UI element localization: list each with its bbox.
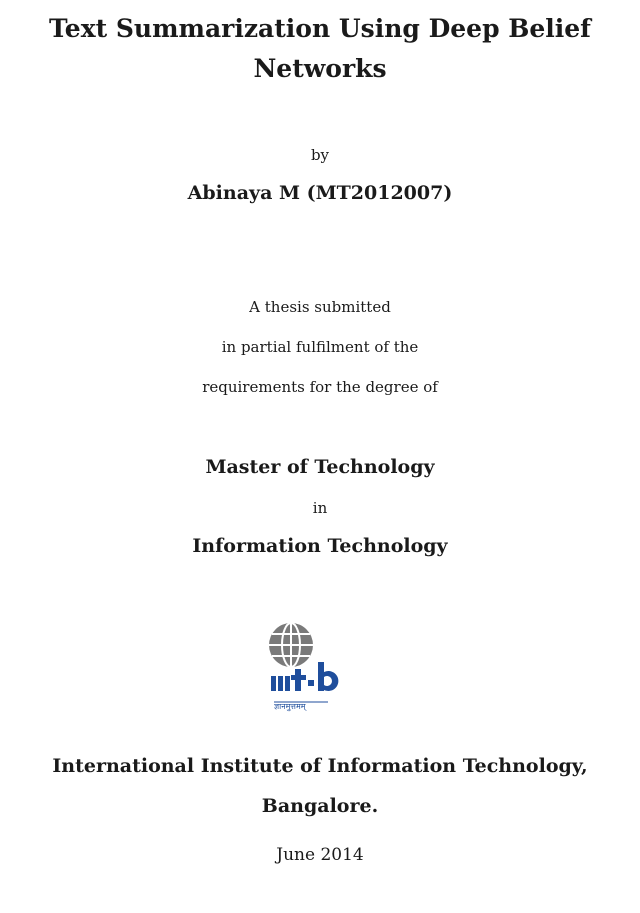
degree-name: Master of Technology [205,456,435,478]
thesis-title-line-1: Text Summarization Using Deep Belief [49,14,591,43]
thesis-statement-line-2: in partial fulfilment of the [221,338,419,356]
submission-date: June 2014 [276,845,364,865]
thesis-statement-line-3: requirements for the degree of [202,378,438,396]
globe-icon [269,622,313,668]
iiitb-wordmark [271,662,339,691]
field-of-study: Information Technology [192,535,448,557]
institution-name-line-2: Bangalore. [261,795,379,817]
author-name: Abinaya M (MT2012007) [187,182,453,204]
thesis-statement-line-1: A thesis submitted [249,298,391,316]
in-label: in [312,499,328,517]
iiitb-logo: ज्ञानमुत्तमम् [266,622,376,714]
institution-name-line-1: International Institute of Information T… [52,755,588,777]
motto-text: ज्ञानमुत्तमम् [274,701,328,712]
svg-text:ज्ञानमुत्तमम्: ज्ञानमुत्तमम् [274,702,308,712]
thesis-title-page: Text Summarization Using Deep Belief Net… [0,0,640,913]
thesis-title-line-2: Networks [253,54,387,83]
iiit-b-globe-logo-icon: ज्ञानमुत्तमम् [269,622,339,712]
by-label: by [310,146,330,164]
